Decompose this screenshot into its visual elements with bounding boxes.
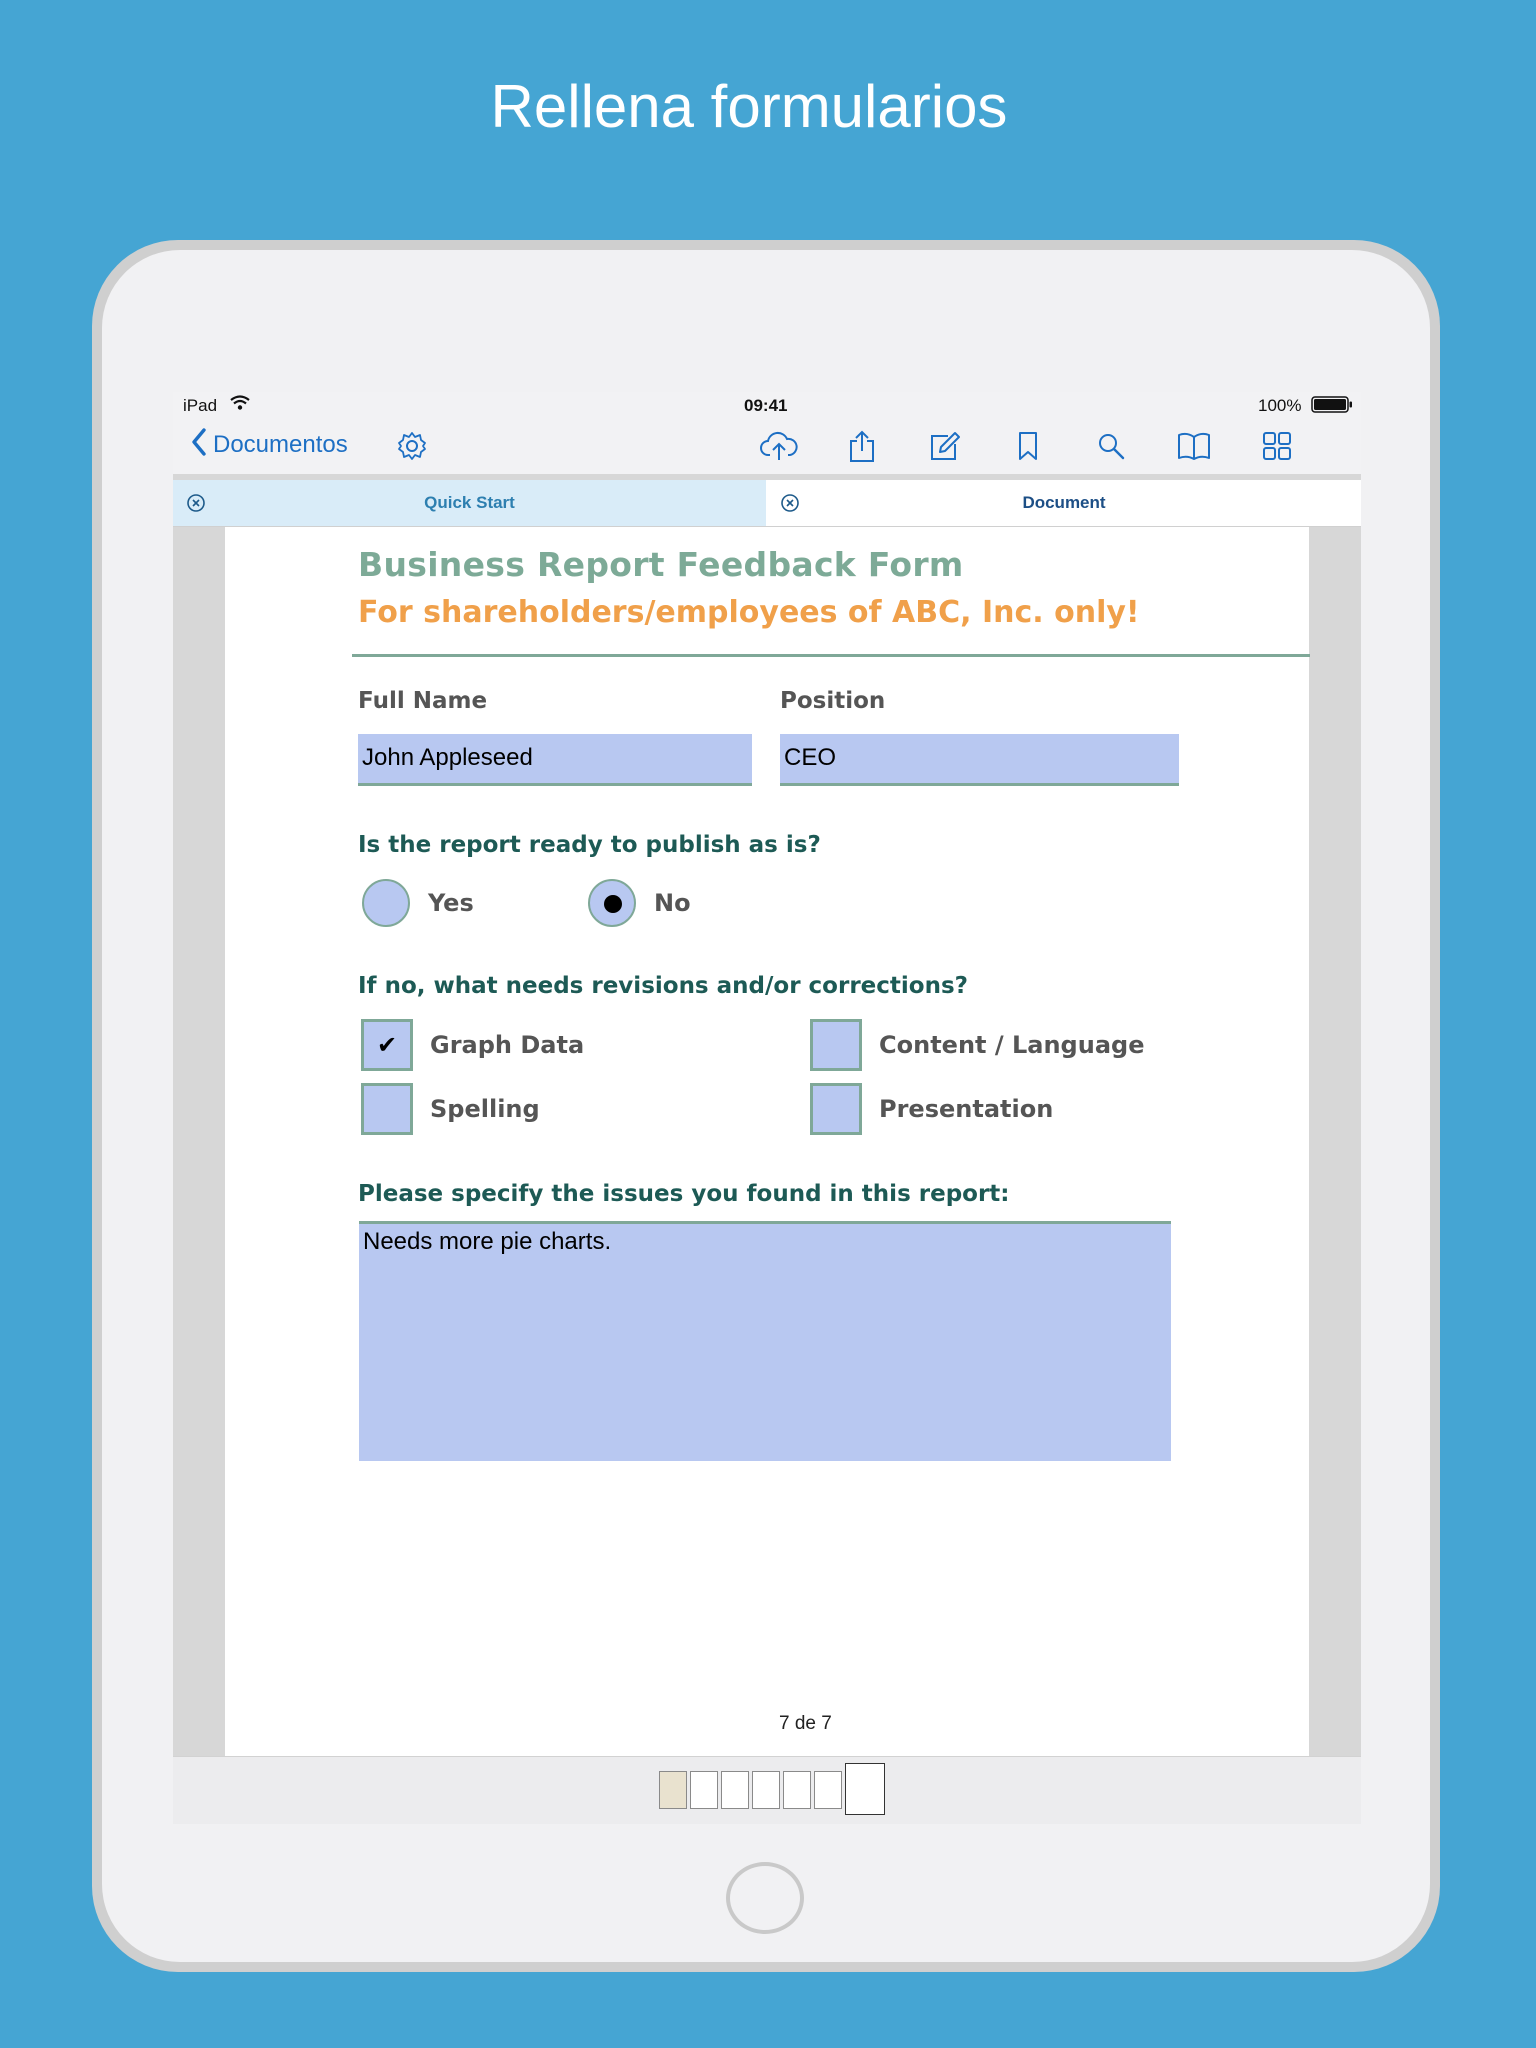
publish-question: Is the report ready to publish as is? — [358, 832, 821, 858]
edit-icon[interactable] — [925, 426, 965, 466]
chevron-left-icon — [191, 427, 207, 463]
pdf-page: Business Report Feedback Form For shareh… — [225, 527, 1310, 1756]
home-button[interactable] — [726, 1862, 804, 1934]
back-button[interactable]: Documentos — [191, 426, 348, 464]
full-name-label: Full Name — [358, 688, 488, 714]
form-subtitle: For shareholders/employees of ABC, Inc. … — [358, 595, 1140, 630]
checkbox-spelling[interactable] — [361, 1083, 413, 1135]
issues-question: Please specify the issues you found in t… — [358, 1181, 1010, 1207]
radio-yes[interactable] — [362, 879, 410, 927]
tab-label-document: Document — [1022, 493, 1106, 512]
tab-document[interactable]: Document — [767, 480, 1361, 526]
divider — [352, 654, 1310, 657]
checkbox-graph-data[interactable]: ✔ — [361, 1019, 413, 1071]
radio-yes-label: Yes — [428, 889, 474, 917]
position-label: Position — [780, 688, 886, 714]
checkbox-presentation[interactable] — [810, 1083, 862, 1135]
form-title: Business Report Feedback Form — [358, 545, 964, 584]
tab-label-quick-start: Quick Start — [424, 493, 515, 512]
page-thumbnail[interactable] — [752, 1771, 780, 1809]
share-icon[interactable] — [842, 426, 882, 466]
grid-icon[interactable] — [1257, 426, 1297, 466]
back-label: Documentos — [213, 431, 348, 458]
bookmark-icon[interactable] — [1008, 426, 1048, 466]
status-device: iPad — [183, 396, 218, 415]
status-time: 09:41 — [744, 396, 788, 415]
page-indicator: 7 de 7 — [779, 1713, 832, 1734]
battery-icon — [1311, 396, 1353, 418]
tab-quick-start[interactable]: Quick Start — [173, 480, 766, 526]
close-tab-icon[interactable] — [779, 492, 801, 514]
full-name-field[interactable]: John Appleseed — [358, 734, 752, 786]
document-viewer[interactable]: Business Report Feedback Form For shareh… — [173, 527, 1361, 1756]
page-thumbnail-strip — [173, 1756, 1361, 1824]
settings-icon[interactable] — [392, 426, 432, 466]
checkbox-content-language[interactable] — [810, 1019, 862, 1071]
checkbox-spelling-label: Spelling — [430, 1095, 540, 1123]
checkbox-graph-data-label: Graph Data — [430, 1031, 585, 1059]
wifi-icon — [229, 395, 251, 416]
app-screen: iPad 09:41 100% Documentos Quick Start D… — [173, 392, 1361, 1824]
issues-textarea[interactable]: Needs more pie charts. — [359, 1221, 1171, 1461]
page-thumbnail[interactable] — [783, 1771, 811, 1809]
page-thumbnail[interactable] — [690, 1771, 718, 1809]
position-field[interactable]: CEO — [780, 734, 1179, 786]
book-icon[interactable] — [1174, 426, 1214, 466]
search-icon[interactable] — [1091, 426, 1131, 466]
document-tabs: Quick Start Document — [173, 480, 1361, 527]
page-thumbnail[interactable] — [814, 1771, 842, 1809]
status-battery: 100% — [1258, 396, 1302, 415]
cloud-upload-icon[interactable] — [759, 426, 799, 466]
checkbox-content-language-label: Content / Language — [879, 1031, 1145, 1059]
page-thumbnail[interactable] — [721, 1771, 749, 1809]
radio-no[interactable] — [588, 879, 636, 927]
page-thumbnail[interactable] — [659, 1771, 687, 1809]
navigation-bar: Documentos — [173, 418, 1361, 474]
page-thumbnail-current[interactable] — [845, 1763, 885, 1815]
promo-title: Rellena formularios — [490, 73, 1008, 140]
status-bar: iPad 09:41 100% — [173, 392, 1361, 418]
radio-selected-dot — [604, 895, 622, 913]
checkbox-presentation-label: Presentation — [879, 1095, 1054, 1123]
close-tab-icon[interactable] — [185, 492, 207, 514]
revisions-question: If no, what needs revisions and/or corre… — [358, 973, 968, 999]
checkmark-icon: ✔ — [376, 1031, 398, 1059]
radio-no-label: No — [654, 889, 691, 917]
